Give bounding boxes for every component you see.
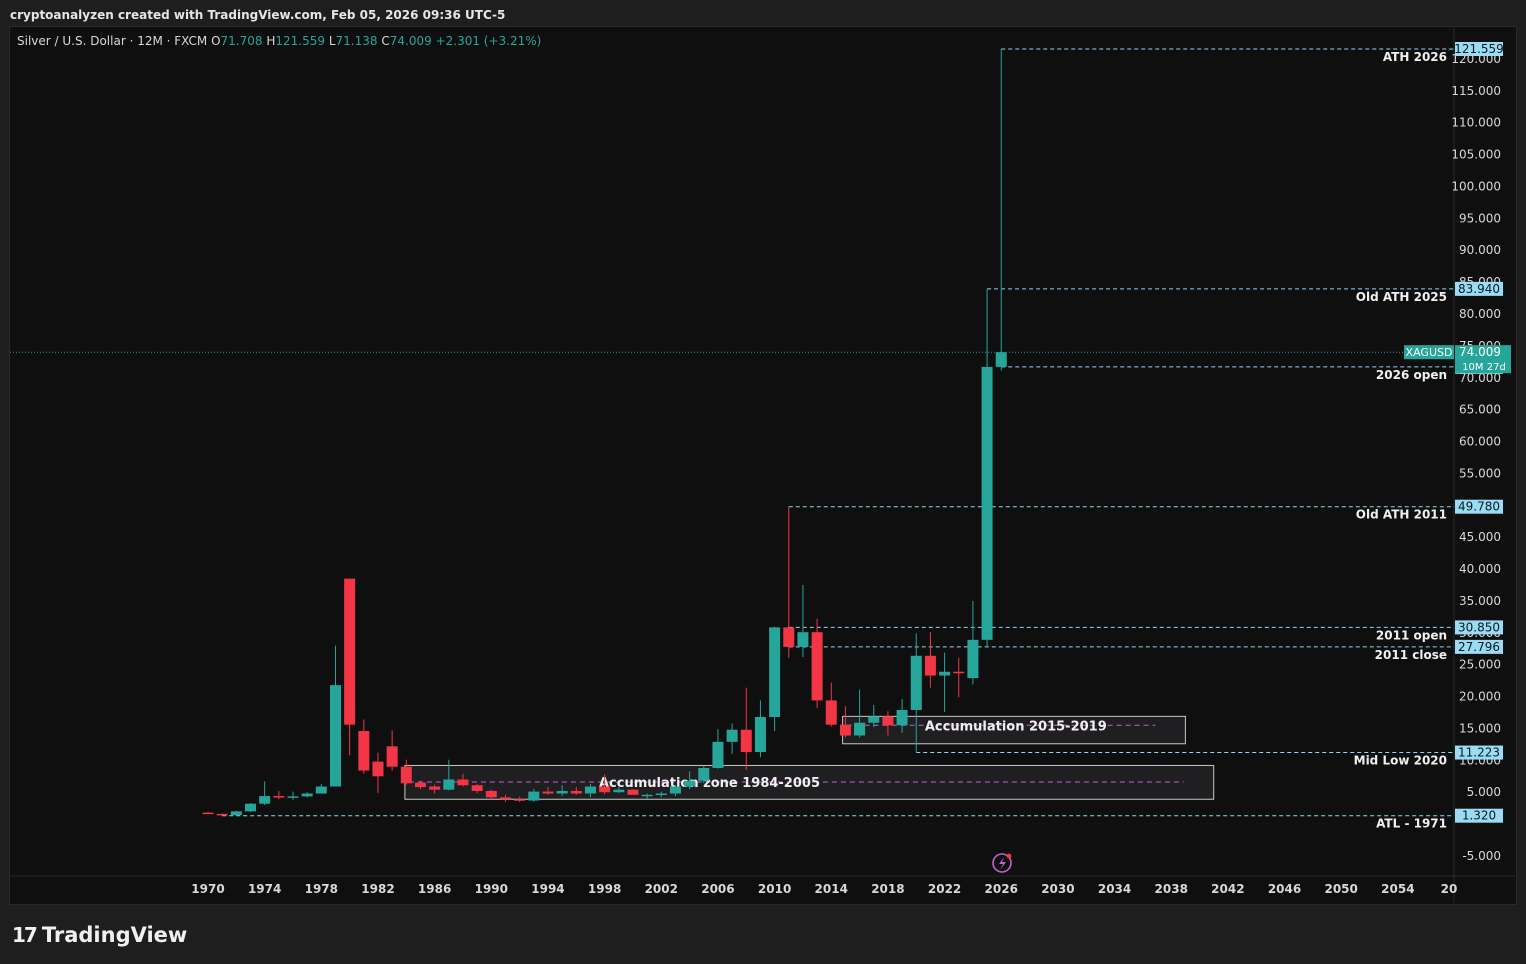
open-key: O xyxy=(211,34,221,48)
change-value: +2.301 (+3.21%) xyxy=(435,34,542,48)
low-value: 71.138 xyxy=(335,34,378,48)
chart-frame[interactable] xyxy=(9,26,1517,905)
tradingview-brand: TradingView xyxy=(41,923,188,947)
high-value: 121.559 xyxy=(275,34,326,48)
chart-header: cryptoanalyzen created with TradingView.… xyxy=(10,8,506,22)
open-value: 71.708 xyxy=(220,34,263,48)
close-value: 74.009 xyxy=(389,34,432,48)
symbol-legend: Silver / U.S. Dollar · 12M · FXCM O71.70… xyxy=(17,34,541,48)
close-key: C xyxy=(381,34,390,48)
low-key: L xyxy=(328,34,336,48)
tradingview-footer: 17 TradingView xyxy=(12,920,187,950)
tradingview-logo-icon: 17 xyxy=(12,923,38,947)
symbol-title[interactable]: Silver / U.S. Dollar · 12M · FXCM xyxy=(17,34,207,48)
